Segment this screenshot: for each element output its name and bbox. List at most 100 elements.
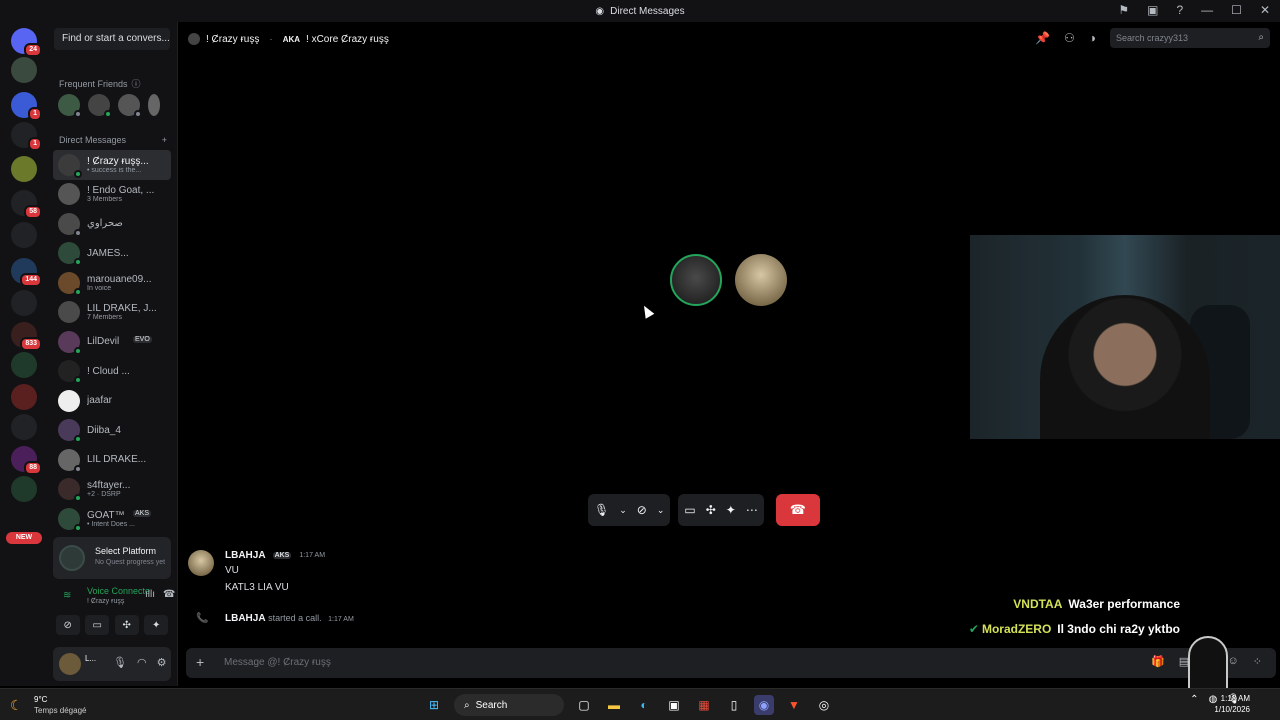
help-icon[interactable]: ? — [1176, 3, 1183, 17]
screen-share-icon[interactable]: ▭ — [684, 503, 695, 517]
call-participant-avatar[interactable] — [735, 254, 787, 306]
system-message: LBAHJA started a call. 1:17 AM — [225, 613, 354, 624]
find-conversation-button[interactable]: Find or start a convers... — [54, 28, 170, 50]
server-logo-icon[interactable] — [11, 290, 37, 316]
server-logo-icon[interactable]: 144 — [11, 258, 42, 287]
microphone-icon[interactable]: 🎙 — [594, 503, 609, 517]
notepad-icon[interactable]: ▯ — [724, 695, 744, 715]
plus-icon[interactable]: + — [196, 654, 204, 670]
dm-item[interactable]: JAMES... — [53, 239, 171, 269]
webcam-overlay — [970, 235, 1280, 439]
emoji-icon[interactable]: ☺ — [1228, 655, 1239, 668]
chevron-down-icon[interactable]: ⌄ — [619, 505, 627, 516]
headphones-icon[interactable]: ◠ — [137, 656, 147, 669]
dm-item[interactable]: GOAT™ AKS • Intent Does ... — [53, 504, 171, 534]
plus-icon[interactable]: + — [162, 135, 167, 145]
dm-item[interactable]: s4ftayer... +2 · DSRP — [53, 475, 171, 505]
server-logo-icon[interactable] — [11, 384, 37, 410]
store-icon[interactable]: ▣ — [664, 695, 684, 715]
hangup-icon: ☎ — [789, 502, 806, 517]
chevron-up-icon[interactable]: ⌃ — [1190, 694, 1198, 705]
info-icon: ⓘ — [131, 79, 141, 89]
soundboard-icon[interactable]: ✦ — [726, 503, 736, 517]
avatar[interactable] — [148, 94, 160, 116]
dm-name: jaafar — [87, 395, 113, 407]
apps-icon[interactable]: ⁘ — [1253, 655, 1262, 668]
minimize-icon[interactable]: — — [1201, 3, 1213, 17]
message-input[interactable]: Message @! Ȼrazy ɍuşş — [224, 657, 331, 668]
dm-item[interactable]: ! Cloud ... — [53, 357, 171, 387]
server-x-icon[interactable]: 58 — [11, 190, 42, 219]
add-friends-icon[interactable]: ⚇ — [1064, 31, 1075, 45]
avatar[interactable] — [188, 550, 214, 576]
server-logo-icon[interactable] — [11, 222, 37, 248]
obs-icon[interactable]: ◎ — [814, 695, 834, 715]
clan-tag[interactable]: AKS — [272, 552, 292, 559]
dm-item[interactable]: LIL DRAKE... — [53, 445, 171, 475]
screen-share-icon[interactable]: ▭ — [85, 615, 110, 635]
username[interactable]: L... — [85, 654, 96, 663]
maximize-icon[interactable]: ☐ — [1231, 3, 1242, 17]
avatar[interactable] — [118, 94, 142, 118]
activities-icon[interactable]: ✣ — [114, 615, 139, 635]
dm-item[interactable]: jaafar — [53, 386, 171, 416]
server-logo-icon[interactable]: 88 — [11, 446, 42, 475]
server-v-icon[interactable] — [11, 414, 37, 440]
server-avatar-icon[interactable] — [11, 57, 37, 83]
dm-item[interactable]: ! Ȼrazy ɍuşş... • success is the... — [53, 150, 171, 180]
voice-status[interactable]: Voice Connecte — [87, 586, 150, 596]
server-avatar-icon[interactable] — [11, 156, 37, 182]
quest-flag-icon[interactable]: ⚑ — [1118, 3, 1129, 17]
settings-gear-icon[interactable]: ⚙ — [157, 656, 167, 669]
close-icon[interactable]: ✕ — [1260, 3, 1270, 17]
quest-panel[interactable]: Select Platform No Quest progress yet — [53, 537, 171, 579]
new-badge[interactable]: NEW — [6, 532, 42, 544]
dm-item[interactable]: صحراوي — [53, 209, 171, 239]
disconnect-icon[interactable]: ☎ — [163, 589, 175, 600]
edge-icon[interactable]: ◐ — [634, 695, 654, 715]
camera-off-icon[interactable]: ⊘ — [637, 503, 647, 517]
camera-off-icon[interactable]: ⊘ — [55, 615, 80, 635]
server-logo-icon[interactable]: 833 — [11, 322, 42, 351]
dm-name[interactable]: ! Ȼrazy ɍuşş — [206, 34, 259, 45]
dm-item[interactable]: marouane09... In voice — [53, 268, 171, 298]
dm-item[interactable]: LilDevil EVO — [53, 327, 171, 357]
microphone-icon[interactable]: 🎙 — [113, 656, 127, 669]
hangup-button[interactable]: ☎ — [775, 494, 820, 526]
soundboard-icon[interactable]: ✦ — [144, 615, 169, 635]
server-logo-icon[interactable] — [11, 476, 37, 502]
avatar[interactable] — [59, 653, 81, 675]
chevron-down-icon[interactable]: ⌄ — [657, 505, 665, 516]
pin-icon[interactable]: 📌 — [1035, 31, 1050, 45]
clock[interactable]: 1:18 AM 1/10/2026 — [1214, 693, 1250, 715]
app-icon[interactable]: ▦ — [694, 695, 714, 715]
windows-start-icon[interactable]: ⊞ — [424, 695, 444, 715]
discord-icon[interactable]: ◉ — [754, 695, 774, 715]
dm-item[interactable]: ! Endo Goat, ... 3 Members — [53, 180, 171, 210]
server-logo-icon[interactable]: 1 — [11, 122, 42, 151]
avatar[interactable] — [58, 94, 82, 118]
file-explorer-icon[interactable]: ▬ — [604, 695, 624, 715]
avatar[interactable] — [88, 94, 112, 118]
message-author[interactable]: LBAHJA — [225, 550, 266, 561]
inbox-icon[interactable]: ▣ — [1147, 3, 1158, 17]
server-layers-icon[interactable]: 1 — [11, 92, 42, 121]
taskbar-search[interactable]: ⌕ Search — [454, 694, 564, 716]
task-view-icon[interactable]: ▢ — [574, 695, 594, 715]
activities-icon[interactable]: ✣ — [706, 503, 716, 517]
signal-icon[interactable]: ≋ — [63, 590, 71, 601]
noise-suppression-icon[interactable]: ıllı — [145, 589, 155, 600]
dm-item[interactable]: LIL DRAKE, J... 7 Members — [53, 298, 171, 328]
more-icon[interactable]: ⋯ — [746, 503, 758, 517]
gift-icon[interactable]: 🎁 — [1151, 655, 1165, 668]
message-composer[interactable]: + Message @! Ȼrazy ɍuşş 🎁 ▤ ◩ ☺ ⁘ — [186, 648, 1276, 678]
avatar[interactable] — [188, 33, 200, 45]
discord-home-icon[interactable]: 24 — [11, 28, 42, 57]
voice-channel[interactable]: ! Ȼrazy ɍuşş — [87, 598, 124, 605]
dm-item[interactable]: Diiba_4 — [53, 416, 171, 446]
search-input[interactable]: Search crazyy313 ⌕ — [1110, 28, 1270, 48]
server-logo-icon[interactable] — [11, 352, 37, 378]
call-participant-avatar[interactable] — [670, 254, 722, 306]
brave-icon[interactable]: ▼ — [784, 695, 804, 715]
user-profile-icon[interactable]: ◑ — [1089, 31, 1096, 45]
